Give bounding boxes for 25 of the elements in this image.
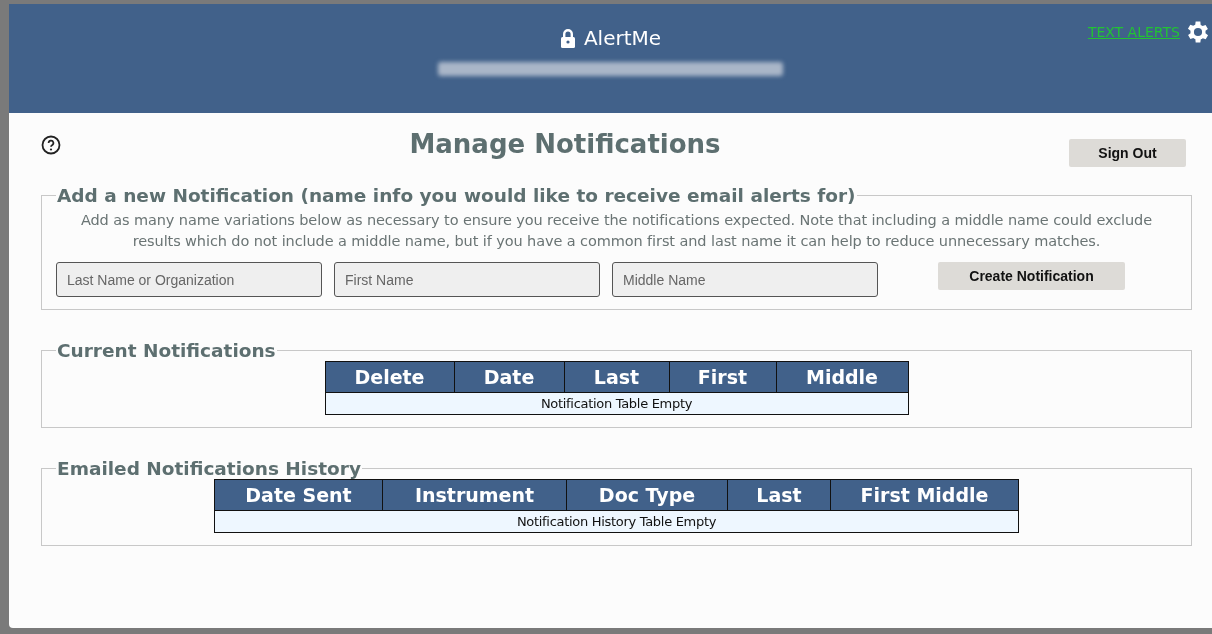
column-header: Middle <box>776 361 908 393</box>
column-header: Last <box>564 361 669 393</box>
empty-table-message: Notification Table Empty <box>325 392 908 415</box>
column-header: Delete <box>325 361 454 393</box>
help-icon[interactable] <box>41 135 61 155</box>
column-header: Instrument <box>382 479 567 511</box>
sign-out-button[interactable]: Sign Out <box>1069 139 1186 167</box>
app-name: AlertMe <box>583 26 662 50</box>
section-legend: Current Notifications <box>56 340 277 361</box>
column-header: First Middle <box>830 479 1019 511</box>
section-legend: Add a new Notification (name info you would like to receive email alerts for) <box>56 185 857 206</box>
lock-icon <box>559 28 576 48</box>
column-header: Last <box>727 479 831 511</box>
create-notification-button[interactable]: Create Notification <box>938 262 1125 290</box>
page-title: Manage Notifications <box>408 129 722 159</box>
column-header: First <box>669 361 776 393</box>
column-header: Date Sent <box>214 479 383 511</box>
name-input-field[interactable]: Middle Name <box>612 262 878 297</box>
section-legend: Emailed Notifications History <box>56 458 362 479</box>
name-input-field[interactable]: Last Name or Organization <box>56 262 322 297</box>
name-input-field[interactable]: First Name <box>334 262 600 297</box>
column-header: Doc Type <box>566 479 728 511</box>
empty-table-message: Notification History Table Empty <box>214 510 1019 533</box>
instructions-text: Add as many name variations below as necessary to ensure you receive the notifications expected. Note that including a middle name could exclude results which do not include a middle name, but if you have a common first and last name it can help to reduce unnecessary matches. <box>79 211 1154 251</box>
column-header: Date <box>454 361 564 393</box>
